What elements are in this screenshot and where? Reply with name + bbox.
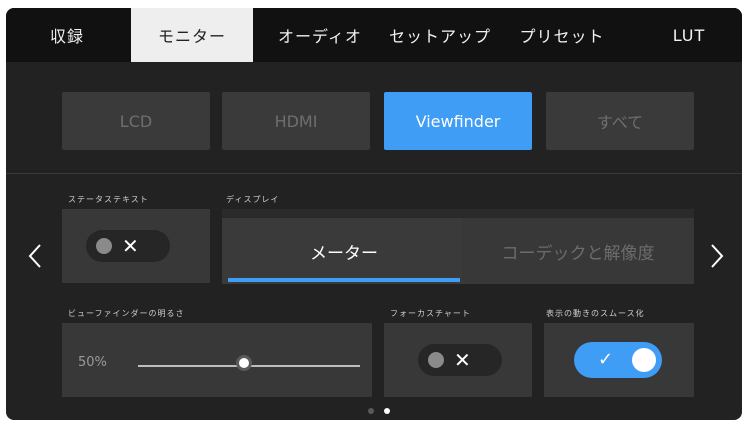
smooth-motion-toggle[interactable]: ✓ (574, 342, 662, 378)
tab-presets[interactable]: プリセット (508, 8, 616, 62)
tab-setup[interactable]: セットアップ (380, 8, 500, 62)
close-icon: ✕ (122, 234, 139, 258)
source-viewfinder-button[interactable]: Viewfinder (384, 92, 532, 150)
smooth-motion-label: 表示の動きのスムース化 (546, 309, 645, 318)
monitor-settings-screen: 収録 モニター オーディオ セットアップ プリセット LUT LCD HDMI … (6, 8, 742, 420)
page-dot-1[interactable] (368, 408, 374, 414)
tab-record[interactable]: 収録 (32, 8, 102, 62)
brightness-slider-thumb[interactable] (236, 355, 252, 371)
brightness-label: ビューファインダーの明るさ (68, 309, 185, 318)
tab-lut[interactable]: LUT (662, 8, 716, 62)
selected-option-indicator (228, 278, 460, 282)
focus-chart-toggle[interactable]: ✕ (418, 344, 502, 376)
source-lcd-button[interactable]: LCD (62, 92, 210, 150)
chevron-left-icon[interactable] (20, 236, 50, 276)
display-option-meter[interactable]: メーター (222, 218, 466, 284)
smooth-motion-panel: ✓ (544, 323, 694, 397)
toggle-knob (632, 348, 656, 372)
status-text-panel: ✕ (62, 209, 210, 283)
focus-chart-panel: ✕ (384, 323, 532, 397)
focus-chart-label: フォーカスチャート (390, 309, 471, 318)
tab-audio[interactable]: オーディオ (262, 8, 378, 62)
page-dot-2[interactable] (384, 408, 390, 414)
brightness-value: 50% (78, 355, 107, 370)
section-divider (6, 173, 742, 174)
toggle-knob (96, 238, 112, 254)
toggle-knob (428, 352, 444, 368)
close-icon: ✕ (454, 348, 471, 372)
chevron-right-icon[interactable] (702, 236, 732, 276)
source-hdmi-button[interactable]: HDMI (222, 92, 370, 150)
display-option-codec-resolution[interactable]: コーデックと解像度 (462, 218, 694, 284)
status-text-label: ステータステキスト (68, 195, 149, 204)
display-label: ディスプレイ (226, 195, 280, 204)
status-text-toggle[interactable]: ✕ (86, 230, 170, 262)
tab-bar: 収録 モニター オーディオ セットアップ プリセット LUT (6, 8, 742, 62)
check-icon: ✓ (598, 349, 614, 370)
source-all-button[interactable]: すべて (546, 92, 694, 150)
brightness-panel (62, 323, 372, 397)
tab-monitor[interactable]: モニター (131, 8, 253, 62)
